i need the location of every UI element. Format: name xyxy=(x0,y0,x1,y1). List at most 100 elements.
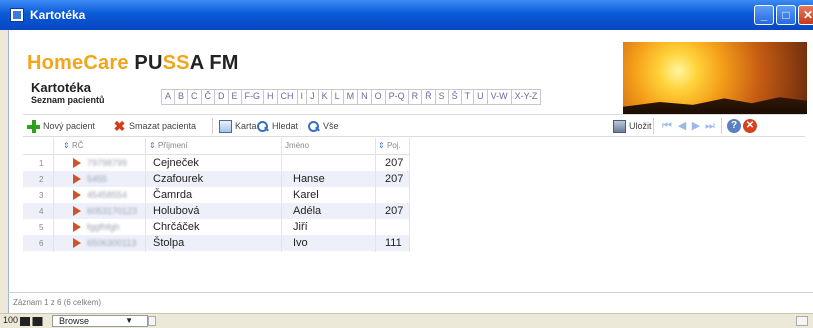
alphabet-filter-letter[interactable]: I xyxy=(298,90,308,104)
search-button[interactable]: Hledat xyxy=(256,118,298,134)
open-record-arrow-icon[interactable] xyxy=(73,222,81,232)
horizontal-scrollbar[interactable] xyxy=(148,316,156,326)
open-record-arrow-icon[interactable] xyxy=(73,174,81,184)
column-header-rc[interactable]: ⇕ RČ xyxy=(63,141,84,150)
alphabet-filter-letter[interactable]: F-G xyxy=(242,90,265,104)
cell-surname: Čamrda xyxy=(153,189,193,201)
delete-patient-label: Smazat pacienta xyxy=(129,121,197,131)
column-header-poj[interactable]: ⇕ Poj. xyxy=(378,141,401,150)
open-record-arrow-icon[interactable] xyxy=(73,206,81,216)
alphabet-filter-letter[interactable]: K xyxy=(319,90,332,104)
alphabet-filter-letter[interactable]: J xyxy=(307,90,319,104)
alphabet-filter-letter[interactable]: S xyxy=(436,90,449,104)
close-form-icon[interactable]: ✕ xyxy=(743,119,757,133)
card-icon xyxy=(219,119,232,133)
mode-select[interactable]: Browse ▼ xyxy=(52,315,148,327)
alphabet-filter-letter[interactable]: B xyxy=(175,90,189,104)
row-number: 4 xyxy=(39,207,44,216)
last-record-icon[interactable]: ⏭ xyxy=(704,120,716,132)
open-record-arrow-icon[interactable] xyxy=(73,238,81,248)
brand-part-pu: PU xyxy=(134,52,163,74)
cell-name: Hanse xyxy=(293,173,325,185)
row-number: 6 xyxy=(39,239,44,248)
alphabet-filter-letter[interactable]: H xyxy=(264,90,278,104)
delete-patient-button[interactable]: ✖ Smazat pacienta xyxy=(113,118,196,134)
zoom-controls-icon[interactable] xyxy=(20,317,48,326)
close-window-button[interactable]: ✕ xyxy=(798,5,813,25)
toolbar-divider xyxy=(23,136,805,137)
table-row[interactable]: 2 5455 Czafourek Hanse 207 xyxy=(23,171,409,187)
alphabet-filter-letter[interactable]: X-Y-Z xyxy=(512,90,541,104)
zoom-level[interactable]: 100 xyxy=(3,315,18,325)
row-number: 5 xyxy=(39,223,44,232)
sunset-banner-image xyxy=(623,42,807,114)
row-number: 2 xyxy=(39,175,44,184)
column-label-poj: Poj. xyxy=(386,141,401,150)
chevron-down-icon: ▼ xyxy=(125,316,133,325)
maximize-button[interactable]: □ xyxy=(776,5,796,25)
table-row[interactable]: 4 6053170123 Holubová Adéla 207 xyxy=(23,203,409,219)
table-row[interactable]: 5 fggfhfgh Chrčáček Jiří xyxy=(23,219,409,235)
card-button[interactable]: Karta xyxy=(219,118,257,134)
cell-surname: Chrčáček xyxy=(153,221,200,233)
row-number: 1 xyxy=(39,159,44,168)
new-patient-button[interactable]: Nový pacient xyxy=(27,118,95,134)
show-all-button[interactable]: Vše xyxy=(307,118,339,134)
table-row[interactable]: 6 6506300113 Štolpa Ivo 111 xyxy=(23,235,409,251)
alphabet-filter-letter[interactable]: C xyxy=(188,90,202,104)
column-header-surname[interactable]: ⇕ Příjmení xyxy=(149,141,188,150)
cell-name: Ivo xyxy=(293,237,308,249)
alphabet-filter-letter[interactable]: E xyxy=(229,90,242,104)
bottom-status-bar: 100 Browse ▼ xyxy=(0,313,813,328)
cell-name: Karel xyxy=(293,189,319,201)
alphabet-filter-letter[interactable]: P-Q xyxy=(386,90,409,104)
cell-rc: 6506300113 xyxy=(87,238,137,248)
column-divider xyxy=(409,138,410,252)
footer-divider xyxy=(8,292,813,293)
header-divider xyxy=(23,114,805,115)
column-label-rc: RČ xyxy=(71,141,84,150)
open-record-arrow-icon[interactable] xyxy=(73,158,81,168)
alphabet-filter-letter[interactable]: L xyxy=(332,90,344,104)
alphabet-filter-letter[interactable]: D xyxy=(215,90,229,104)
column-divider xyxy=(281,138,282,252)
cell-rc: 5455 xyxy=(87,174,108,184)
first-record-icon[interactable]: ⏮ xyxy=(661,120,673,132)
banner-silhouette xyxy=(623,97,807,114)
alphabet-filter-letter[interactable]: R xyxy=(409,90,423,104)
alphabet-filter-letter[interactable]: Ř xyxy=(422,90,436,104)
save-button[interactable]: Uložit xyxy=(613,118,652,134)
cell-surname: Czafourek xyxy=(153,173,204,185)
cell-rc: 79798799 xyxy=(87,158,128,168)
help-icon[interactable]: ? xyxy=(727,119,741,133)
open-record-arrow-icon[interactable] xyxy=(73,190,81,200)
brand-part-homecare: HomeCare xyxy=(27,52,135,74)
alphabet-filter-letter[interactable]: Š xyxy=(449,90,462,104)
resize-grip[interactable] xyxy=(796,316,808,326)
column-header-name: Jméno xyxy=(285,141,309,150)
table-row[interactable]: 3 45458554 Čamrda Karel xyxy=(23,187,409,203)
cell-name: Jiří xyxy=(293,221,308,233)
window-title: Kartotéka xyxy=(30,8,86,22)
alphabet-filter-letter[interactable]: A xyxy=(162,90,176,104)
alphabet-filter-letter[interactable]: V-W xyxy=(488,90,512,104)
alphabet-filter-letter[interactable]: M xyxy=(344,90,359,104)
alphabet-filter-letter[interactable]: U xyxy=(474,90,488,104)
alphabet-filter-letter[interactable]: N xyxy=(358,90,372,104)
alphabet-filter-letter[interactable]: T xyxy=(462,90,475,104)
brand-part-ss: SS xyxy=(162,52,190,74)
delete-x-icon: ✖ xyxy=(113,117,126,134)
alphabet-filter-letter[interactable]: CH xyxy=(278,90,298,104)
cell-name: Adéla xyxy=(293,205,322,217)
sort-icon: ⇕ xyxy=(149,141,156,150)
next-record-icon[interactable]: ▶ xyxy=(690,120,702,132)
save-disk-icon xyxy=(613,119,626,133)
cell-poj: 207 xyxy=(385,157,404,169)
alphabet-filter-letter[interactable]: O xyxy=(372,90,386,104)
table-row[interactable]: 1 79798799 Cejneček 207 xyxy=(23,155,409,171)
minimize-button[interactable]: _ xyxy=(754,5,774,25)
alphabet-filter-letter[interactable]: Č xyxy=(202,90,216,104)
column-label-name: Jméno xyxy=(285,141,310,150)
brand-logo: HomeCare PUSSA FM xyxy=(27,52,239,75)
previous-record-icon[interactable]: ◀ xyxy=(676,120,688,132)
